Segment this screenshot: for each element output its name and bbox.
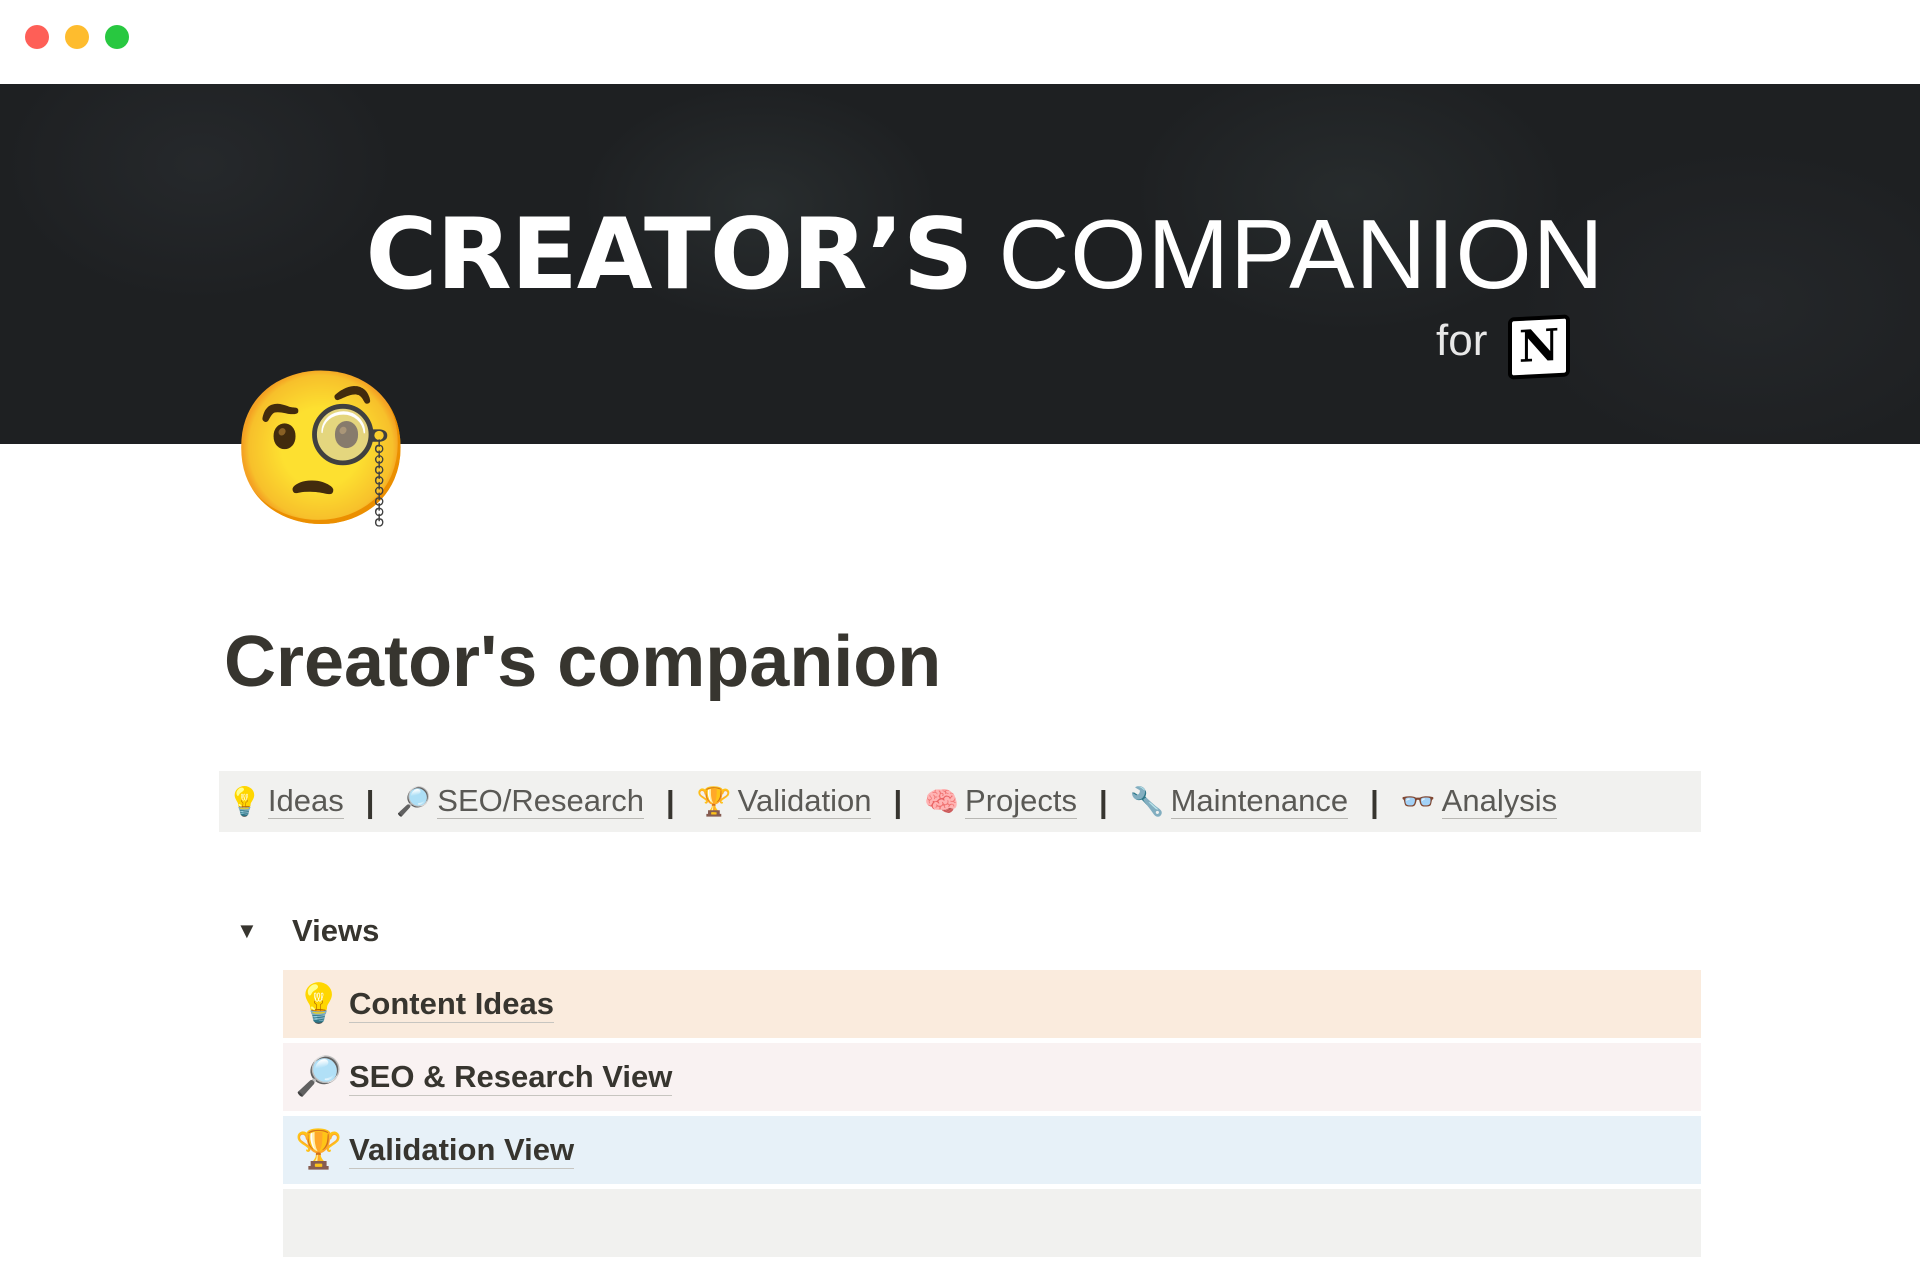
view-link-seo-research[interactable]: 🔎 SEO & Research View <box>283 1043 1701 1111</box>
nav-link-ideas[interactable]: 💡 Ideas <box>227 784 344 819</box>
nav-separator: | <box>666 783 675 819</box>
nav-link-maintenance[interactable]: 🔧 Maintenance <box>1129 783 1349 819</box>
nav-link-label: Projects <box>965 783 1078 819</box>
zoom-window-button[interactable] <box>105 25 129 49</box>
magnifier-icon: 🔎 <box>295 1056 343 1098</box>
view-link-next[interactable] <box>283 1189 1701 1257</box>
minimize-window-button[interactable] <box>65 25 89 49</box>
cover-title-bold: CREATOR’S <box>365 198 973 312</box>
nav-separator: | <box>365 783 375 819</box>
nav-link-projects[interactable]: 🧠 Projects <box>924 783 1078 819</box>
view-link-label: Validation View <box>349 1131 575 1169</box>
view-link-content-ideas[interactable]: 💡 Content Ideas <box>283 970 1701 1038</box>
cover-title: CREATOR’S COMPANION <box>0 199 1920 310</box>
nav-links-bar: 💡 Ideas | 🔎 SEO/Research | 🏆 Validation … <box>219 771 1701 832</box>
view-link-label: SEO & Research View <box>349 1058 673 1096</box>
lightbulb-icon: 💡 <box>295 983 343 1025</box>
nav-link-label: Maintenance <box>1170 783 1349 819</box>
nav-link-analysis[interactable]: 👓 Analysis <box>1400 783 1558 819</box>
lightbulb-icon: 💡 <box>227 786 262 817</box>
view-link-validation[interactable]: 🏆 Validation View <box>283 1116 1701 1184</box>
nav-link-label: SEO/Research <box>437 783 645 819</box>
brain-icon: 🧠 <box>924 786 960 817</box>
page-title[interactable]: Creator's companion <box>224 620 941 704</box>
cover-for-text: for <box>1436 316 1488 365</box>
views-toggle-label: Views <box>292 913 380 948</box>
views-list: 💡 Content Ideas 🔎 SEO & Research View 🏆 … <box>283 970 1701 1262</box>
view-link-label: Content Ideas <box>349 985 554 1023</box>
nav-link-label: Analysis <box>1441 783 1558 819</box>
close-window-button[interactable] <box>25 25 49 49</box>
views-toggle[interactable]: ▼ Views <box>236 913 379 949</box>
nav-separator: | <box>1370 783 1379 819</box>
trophy-icon: 🏆 <box>696 786 732 817</box>
window-titlebar <box>0 0 1920 84</box>
nav-separator: | <box>1099 783 1108 819</box>
wrench-icon: 🔧 <box>1129 786 1165 817</box>
nav-link-validation[interactable]: 🏆 Validation <box>697 784 872 819</box>
glasses-icon: 👓 <box>1400 786 1436 817</box>
nav-link-label: Validation <box>737 783 872 819</box>
magnifier-icon: 🔎 <box>396 786 432 817</box>
toggle-triangle-icon[interactable]: ▼ <box>236 918 262 944</box>
trophy-icon: 🏆 <box>295 1129 343 1171</box>
nav-link-label: Ideas <box>267 783 344 819</box>
notion-logo-icon: N <box>1508 314 1570 380</box>
nav-separator: | <box>893 783 903 819</box>
nav-link-seo-research[interactable]: 🔎 SEO/Research <box>396 783 645 819</box>
cover-title-light: COMPANION <box>998 199 1605 309</box>
page-icon-monocle-face[interactable]: 🧐 <box>228 358 415 538</box>
